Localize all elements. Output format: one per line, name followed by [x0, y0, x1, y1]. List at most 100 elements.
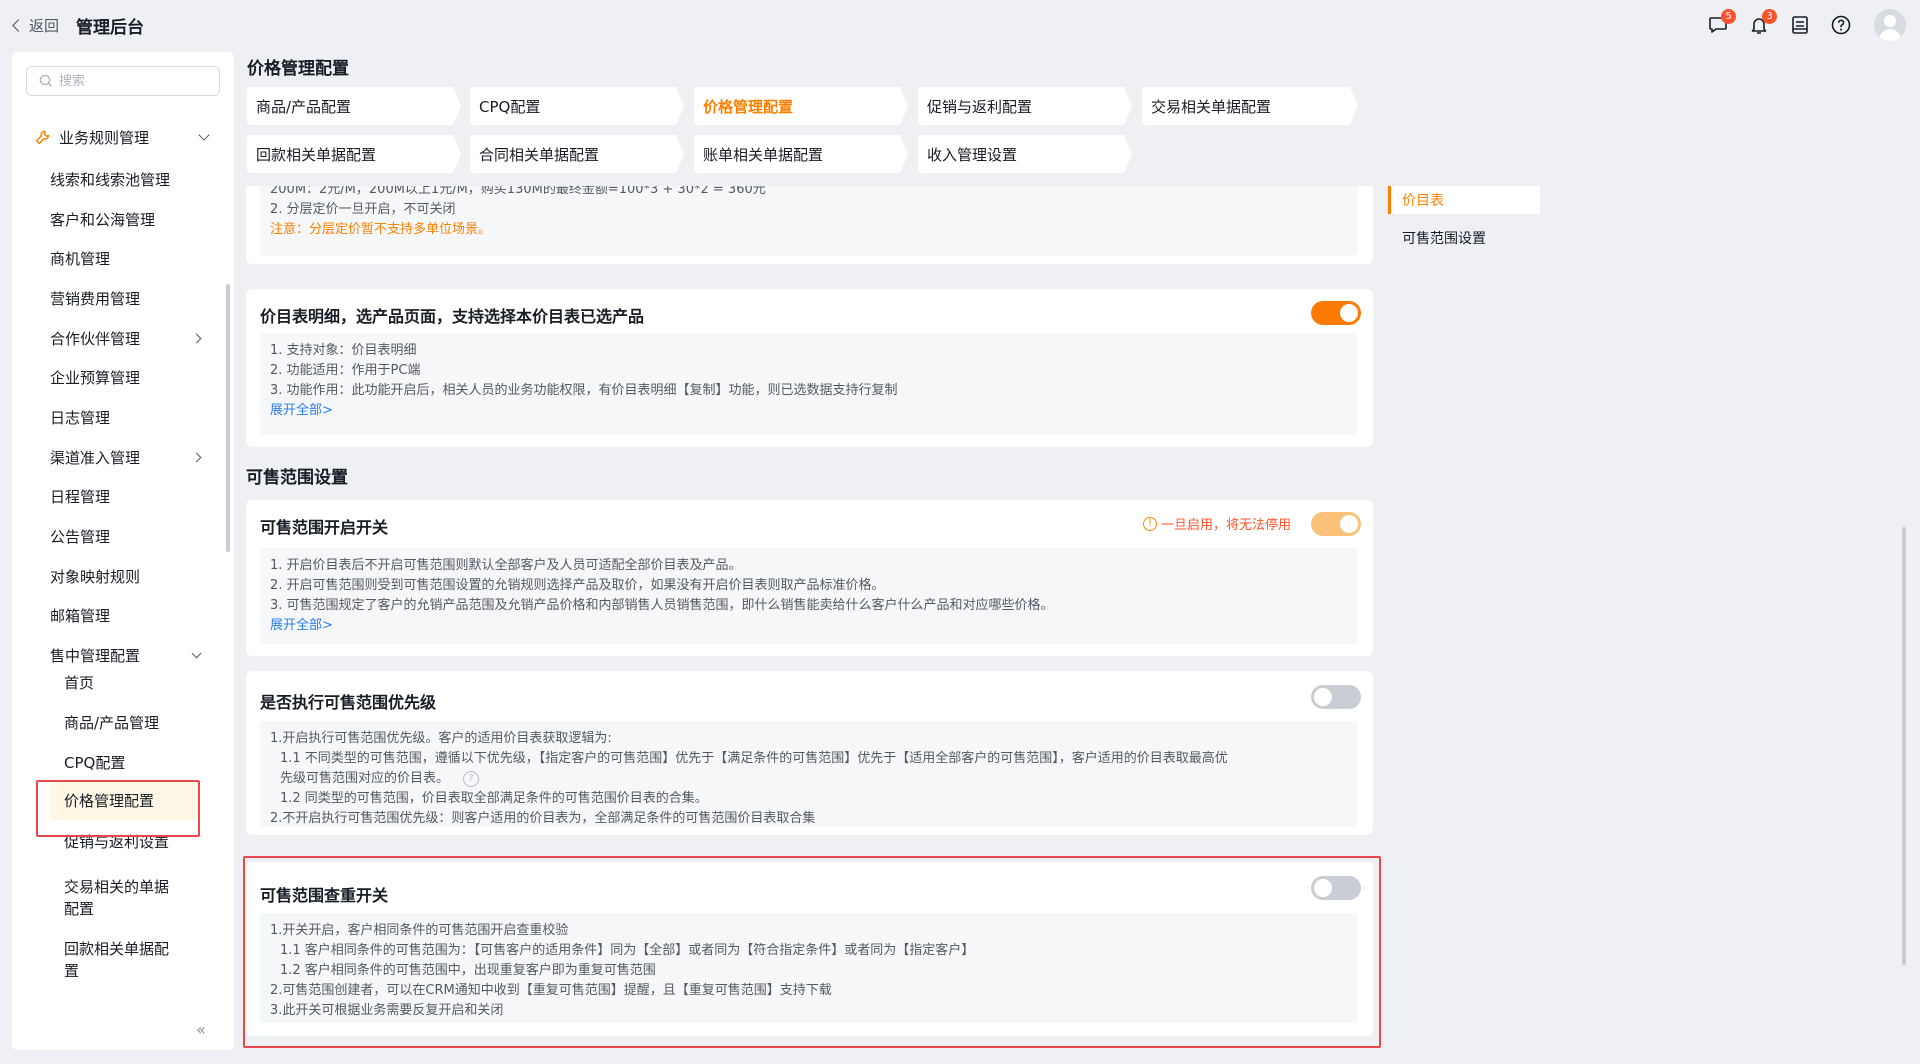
- sidebar-item-label: 对象映射规则: [50, 567, 141, 586]
- sidebar-item-label: 渠道准入管理: [50, 448, 141, 467]
- desc-warning: 注意：分层定价暂不支持多单位场景。: [270, 222, 492, 237]
- sidebar-item-customers[interactable]: 客户和公海管理: [50, 204, 210, 234]
- sidebar-item-logs[interactable]: 日志管理: [50, 402, 210, 432]
- sidebar-item-opportunities[interactable]: 商机管理: [50, 243, 210, 273]
- sidebar-item-label: 合作伙伴管理: [50, 329, 141, 348]
- sidebar-subitem-transaction-docs[interactable]: 交易相关的单据配置: [50, 876, 180, 920]
- tab-payment-docs[interactable]: 回款相关单据配置: [247, 135, 461, 173]
- price-detail-card: 价目表明细，选产品页面，支持选择本价目表已选产品 1. 支持对象：价目表明细 2…: [246, 289, 1373, 447]
- chevron-down-icon: [191, 648, 202, 658]
- sidebar-item-announcements[interactable]: 公告管理: [50, 521, 210, 551]
- wrench-icon: [35, 130, 50, 144]
- sidebar-item-label: 日程管理: [50, 487, 111, 506]
- top-bar: 返回 管理后台 5 3: [0, 0, 1920, 50]
- desc-line: 2. 功能适用：作用于PC端: [270, 363, 421, 378]
- sale-scope-priority-card: 是否执行可售范围优先级 1.开启执行可售范围优先级。客户的适用价目表获取逻辑为:…: [246, 671, 1373, 835]
- search-input[interactable]: [59, 73, 209, 89]
- expand-all-link[interactable]: 展开全部>: [270, 616, 1348, 636]
- sidebar-item-partners[interactable]: 合作伙伴管理: [50, 323, 210, 353]
- expand-all-link[interactable]: 展开全部>: [270, 401, 1348, 421]
- sidebar-search[interactable]: [26, 66, 220, 96]
- tab-label: 合同相关单据配置: [479, 145, 600, 164]
- tab-bill-docs[interactable]: 账单相关单据配置: [694, 135, 908, 173]
- price-detail-desc: 1. 支持对象：价目表明细 2. 功能适用：作用于PC端 3. 功能作用：此功能…: [260, 333, 1358, 435]
- tab-revenue-settings[interactable]: 收入管理设置: [918, 135, 1132, 173]
- sidebar: 业务规则管理 线索和线索池管理 客户和公海管理 商机管理 营销费用管理 合作伙伴…: [12, 52, 234, 1050]
- sidebar-subitem-cpq[interactable]: CPQ配置: [50, 748, 200, 778]
- help-icon[interactable]: ?: [463, 770, 480, 787]
- back-label: 返回: [29, 17, 60, 35]
- sidebar-scrollbar[interactable]: [226, 284, 230, 552]
- help-button[interactable]: [1829, 13, 1853, 37]
- sidebar-item-object-mapping[interactable]: 对象映射规则: [50, 561, 210, 591]
- sidebar-subitem-label: 回款相关单据配置: [64, 940, 170, 980]
- page-title: 价格管理配置: [247, 59, 349, 79]
- app-title: 管理后台: [76, 18, 144, 38]
- tab-cpq-config[interactable]: CPQ配置: [470, 87, 684, 125]
- sidebar-item-label: 邮箱管理: [50, 606, 111, 625]
- todo-button[interactable]: [1788, 13, 1812, 37]
- card-title: 价目表明细，选产品页面，支持选择本价目表已选产品: [260, 307, 645, 326]
- collapse-sidebar-icon[interactable]: «: [196, 1020, 206, 1039]
- desc-line: 2. 分层定价一旦开启，不可关闭: [270, 202, 456, 217]
- tiered-pricing-desc: 200M：2元/M，200M以上1元/M，购买130M的最终金额=100*3 +…: [260, 186, 1358, 256]
- sale-scope-toggle[interactable]: [1311, 512, 1361, 536]
- sidebar-item-mailbox[interactable]: 邮箱管理: [50, 600, 210, 630]
- sidebar-subitem-label: CPQ配置: [64, 754, 126, 772]
- sidebar-subitem-payment-docs[interactable]: 回款相关单据配置: [50, 938, 180, 982]
- anchor-item-price-list[interactable]: 价目表: [1388, 186, 1540, 214]
- tab-label: 账单相关单据配置: [703, 145, 824, 164]
- desc-line: 2.不开启执行可售范围优先级：则客户适用的价目表为，全部满足条件的可售范围价目表…: [270, 811, 816, 826]
- sidebar-item-marketing-expense[interactable]: 营销费用管理: [50, 283, 210, 313]
- anchor-label: 价目表: [1402, 193, 1444, 209]
- price-detail-toggle[interactable]: [1311, 301, 1361, 325]
- main-scrollbar[interactable]: [1902, 527, 1906, 965]
- notification-button[interactable]: 3: [1747, 9, 1777, 37]
- sidebar-item-label: 日志管理: [50, 408, 111, 427]
- sidebar-item-label: 营销费用管理: [50, 289, 141, 308]
- desc-line: 1. 支持对象：价目表明细: [270, 343, 417, 358]
- sidebar-item-label: 企业预算管理: [50, 368, 141, 387]
- irreversible-warning: ! 一旦启用，将无法停用: [1142, 514, 1291, 533]
- priority-toggle[interactable]: [1311, 685, 1361, 709]
- sidebar-item-channel-access[interactable]: 渠道准入管理: [50, 442, 210, 472]
- desc-line: 2. 开启可售范围则受到可售范围设置的允销规则选择产品及取价，如果没有开启价目表…: [270, 578, 885, 593]
- tab-label: 商品/产品配置: [256, 97, 352, 116]
- tab-price-config[interactable]: 价格管理配置: [694, 87, 908, 125]
- sidebar-item-in-sale-config[interactable]: 售中管理配置: [50, 640, 210, 670]
- sidebar-subitem-products[interactable]: 商品/产品管理: [50, 708, 200, 738]
- tab-label: 促销与返利配置: [927, 97, 1033, 116]
- sidebar-item-budget[interactable]: 企业预算管理: [50, 362, 210, 392]
- warning-text: 一旦启用，将无法停用: [1160, 518, 1291, 533]
- anchor-label: 可售范围设置: [1402, 231, 1486, 247]
- tab-transaction-docs[interactable]: 交易相关单据配置: [1142, 87, 1358, 125]
- chat-button[interactable]: 5: [1706, 9, 1736, 37]
- nav-group-label: 业务规则管理: [59, 128, 150, 147]
- tab-label: 收入管理设置: [927, 145, 1018, 164]
- highlight-box-nav: [36, 780, 200, 837]
- tab-product-config[interactable]: 商品/产品配置: [247, 87, 461, 125]
- tab-promotion-config[interactable]: 促销与返利配置: [918, 87, 1132, 125]
- chevron-right-icon: [191, 333, 202, 343]
- tab-label: 价格管理配置: [703, 97, 794, 116]
- sidebar-item-schedule[interactable]: 日程管理: [50, 481, 210, 511]
- anchor-nav: 价目表 可售范围设置: [1388, 186, 1540, 262]
- desc-line: 先级可售范围对应的价目表。: [280, 771, 450, 786]
- nav-group-business-rules[interactable]: 业务规则管理: [34, 122, 214, 152]
- anchor-item-sale-scope[interactable]: 可售范围设置: [1388, 224, 1540, 252]
- sidebar-item-label: 客户和公海管理: [50, 210, 156, 229]
- chat-badge: 5: [1721, 9, 1736, 24]
- desc-line: 1.开启执行可售范围优先级。客户的适用价目表获取逻辑为:: [270, 731, 612, 746]
- top-icons: 5 3: [1706, 9, 1906, 41]
- sale-scope-desc: 1. 开启价目表后不开启可售范围则默认全部客户及人员可适配全部价目表及产品。 2…: [260, 548, 1358, 644]
- sidebar-subitem-label: 首页: [64, 674, 95, 692]
- tab-label: CPQ配置: [479, 97, 541, 116]
- sidebar-item-leads[interactable]: 线索和线索池管理: [50, 164, 210, 194]
- help-icon: [1831, 15, 1851, 35]
- avatar[interactable]: [1874, 9, 1906, 41]
- tab-contract-docs[interactable]: 合同相关单据配置: [470, 135, 684, 173]
- sidebar-subitem-home[interactable]: 首页: [50, 668, 200, 698]
- sidebar-item-label: 线索和线索池管理: [50, 170, 171, 189]
- sidebar-item-label: 售中管理配置: [50, 646, 141, 665]
- back-button[interactable]: 返回: [12, 15, 60, 36]
